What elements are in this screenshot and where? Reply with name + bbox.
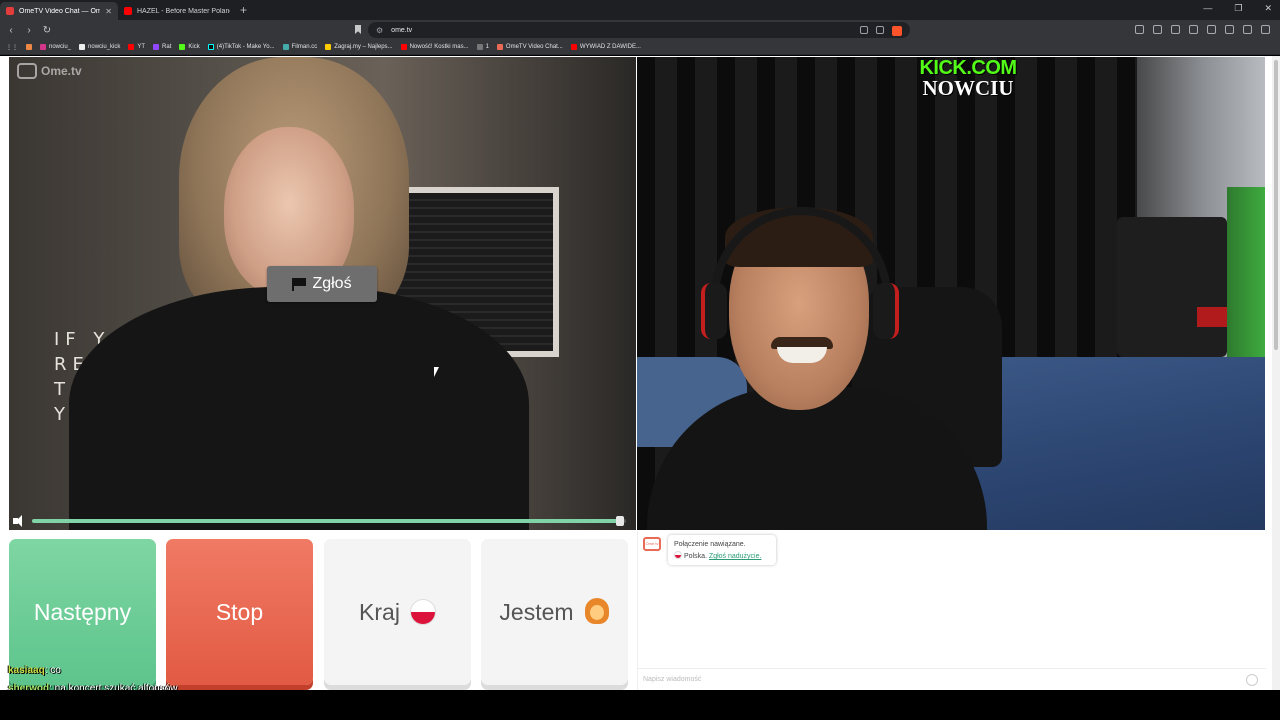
bottom-letterbox (0, 690, 1280, 720)
poland-flag-icon (409, 599, 436, 625)
page-scrollbar[interactable] (1272, 56, 1280, 690)
tab-title: OmeTV Video Chat — Omeg (19, 7, 101, 15)
bookmark-item[interactable]: Rat (153, 44, 171, 50)
wallet-icon[interactable] (1243, 25, 1252, 34)
gender-button[interactable]: Jestem (481, 539, 628, 685)
close-tab-icon[interactable]: ✕ (105, 7, 112, 16)
stream-chat-line: kasiaaq: co (8, 662, 178, 680)
overlay-line-2: NOWCIU (922, 76, 1014, 100)
stranger-video: IF YOREADTHISYO Ome.tv Zgłoś (9, 57, 636, 530)
reload-icon[interactable]: ↻ (40, 25, 54, 36)
menu-icon[interactable] (1261, 25, 1270, 34)
volume-control (9, 512, 636, 530)
puzzle-icon[interactable] (1171, 25, 1180, 34)
browser-toolbar: ‹ › ↻ ⚙ ome.tv (0, 20, 1280, 40)
music-icon[interactable] (1207, 25, 1216, 34)
bookmark-item[interactable]: Zagraj.my – Najleps... (325, 44, 393, 50)
cast-icon[interactable] (860, 26, 868, 34)
youtube-favicon-icon (124, 7, 132, 15)
bookmark-item[interactable] (26, 44, 32, 50)
shield-icon[interactable] (892, 26, 902, 36)
volume-fill (32, 519, 621, 523)
bookmark-item[interactable]: Filman.cc (282, 44, 317, 50)
poland-flag-icon (674, 551, 682, 559)
restore-icon[interactable]: ❐ (1234, 3, 1242, 14)
system-message: Połączenie nawiązane. Polska. Zgłoś nadu… (668, 535, 776, 565)
bookmark-item[interactable]: nowciu_ (40, 44, 71, 50)
bookmark-item[interactable]: 1 (476, 44, 489, 50)
bookmark-item[interactable]: Kick (179, 44, 200, 50)
close-window-icon[interactable]: ✕ (1264, 3, 1272, 14)
report-label: Zgłoś (312, 275, 352, 292)
tab-title: HAZEL - Before Master Poland Dj Ba (137, 7, 230, 15)
report-button[interactable]: Zgłoś (267, 266, 377, 302)
country-name: Polska. (684, 553, 707, 560)
bookmark-item[interactable]: YT (128, 44, 145, 50)
site-info-icon[interactable]: ⚙ (376, 26, 383, 35)
chat-text: : co (44, 665, 61, 676)
woman-emoji-icon (584, 598, 610, 626)
next-label: Następny (33, 598, 132, 625)
stream-overlay-logo: KICK.COM NOWCIU (903, 57, 1033, 100)
bookmarks-bar: ⋮⋮ nowciu_ nowciu_kick YT Rat Kick (4)Ti… (0, 40, 1280, 55)
window-controls: — ❐ ✕ (1203, 3, 1272, 14)
ometv-chat-icon: Ome tv (643, 537, 661, 551)
share-icon[interactable] (876, 26, 884, 34)
message-placeholder: Napisz wiadomość (643, 676, 702, 683)
volume-slider[interactable] (32, 516, 626, 526)
flag-icon (292, 277, 307, 291)
forward-icon[interactable]: › (22, 25, 36, 36)
bookmark-icon[interactable] (355, 25, 361, 34)
own-video: KICK.COM NOWCIU (637, 57, 1265, 530)
gender-label: Jestem (499, 598, 574, 625)
sidebar-icon[interactable] (1189, 25, 1198, 34)
vpn-icon[interactable] (1225, 25, 1234, 34)
background-shelf (1117, 217, 1227, 357)
minimize-icon[interactable]: — (1203, 3, 1212, 14)
speaker-icon[interactable] (13, 515, 29, 527)
mouse-cursor-icon (434, 367, 439, 377)
ometv-favicon-icon (6, 7, 14, 15)
extension-icon[interactable] (1135, 25, 1144, 34)
new-tab-icon[interactable]: + (240, 3, 247, 17)
ometv-page: IF YOREADTHISYO Ome.tv Zgłoś (0, 56, 1280, 690)
url-actions (860, 26, 902, 36)
stop-button[interactable]: Stop (166, 539, 313, 685)
country-button[interactable]: Kraj (324, 539, 471, 685)
chat-panel: Ome tv Połączenie nawiązane. Polska. Zgł… (637, 531, 1266, 690)
extension-icon[interactable] (1153, 25, 1162, 34)
country-label: Kraj (359, 598, 400, 625)
back-icon[interactable]: ‹ (4, 25, 18, 36)
tab-youtube[interactable]: HAZEL - Before Master Poland Dj Ba (118, 2, 236, 20)
scrollbar-thumb[interactable] (1274, 60, 1278, 350)
overlay-line-1: KICK.COM (919, 57, 1017, 79)
apps-icon[interactable]: ⋮⋮ (6, 44, 18, 51)
volume-knob[interactable] (616, 516, 625, 526)
emoji-picker-icon[interactable] (1246, 674, 1258, 686)
ometv-logo: Ome.tv (17, 63, 82, 79)
headset-earcup (701, 283, 727, 339)
bookmark-item[interactable]: nowciu_kick (79, 44, 120, 50)
stop-label: Stop (215, 598, 264, 625)
tab-bar: OmeTV Video Chat — Omeg ✕ HAZEL - Before… (0, 0, 1280, 20)
country-line: Polska. Zgłoś nadużycie. (674, 551, 770, 563)
chat-username: kasiaaq (8, 665, 45, 676)
extension-icons (1135, 25, 1270, 34)
person-sweater (69, 287, 529, 530)
bookmark-item[interactable]: (4)TikTok - Make Yo... (207, 44, 275, 50)
address-bar[interactable]: ⚙ ome.tv (368, 22, 910, 38)
connection-status: Połączenie nawiązane. (674, 541, 746, 548)
tab-ometv[interactable]: OmeTV Video Chat — Omeg ✕ (0, 2, 118, 20)
bookmark-item[interactable]: OmeTV Video Chat... (496, 44, 563, 50)
tv-icon (17, 63, 37, 79)
bookmark-item[interactable]: WYWIAD Z DAWIDE... (570, 44, 641, 50)
message-input[interactable]: Napisz wiadomość (638, 668, 1266, 690)
url-text: ome.tv (391, 26, 413, 34)
headset-earcup (873, 283, 899, 339)
bookmark-item[interactable]: Nowość! Kostki mas... (400, 44, 469, 50)
report-abuse-link[interactable]: Zgłoś nadużycie. (709, 553, 762, 560)
